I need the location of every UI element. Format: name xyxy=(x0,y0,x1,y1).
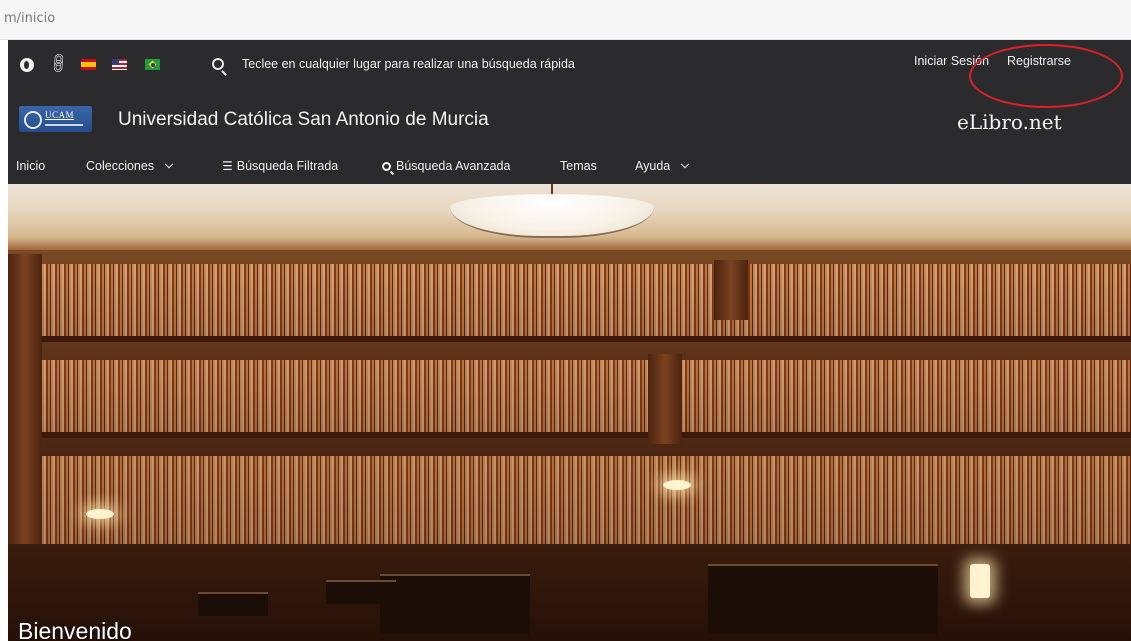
brand-bar: UCAM Universidad Católica San Antonio de… xyxy=(8,92,1131,150)
nav-busqueda-filtrada-label: Búsqueda Filtrada xyxy=(236,159,339,173)
nav-ayuda[interactable]: Ayuda xyxy=(635,159,690,173)
flag-brazil-icon[interactable] xyxy=(145,59,160,70)
link-icon[interactable]: 🔗︎ xyxy=(45,50,72,76)
lamp-glow xyxy=(663,480,691,490)
flag-spain-icon[interactable] xyxy=(81,59,96,70)
ucam-logo-text: UCAM xyxy=(45,110,75,120)
nav-temas-label: Temas xyxy=(560,159,597,173)
nav-busqueda-avanzada[interactable]: Búsqueda Avanzada xyxy=(382,159,510,173)
chevron-down-icon xyxy=(164,159,174,169)
reading-desk xyxy=(380,574,530,634)
lamp-glow xyxy=(970,564,990,598)
globe-icon[interactable] xyxy=(20,58,34,72)
flag-usa-icon[interactable] xyxy=(112,59,127,70)
bookshelf-row xyxy=(8,360,1131,432)
nav-inicio[interactable]: Inicio xyxy=(16,159,45,173)
elibro-site: 🔗︎ Teclee en cualquier lugar para realiz… xyxy=(8,40,1131,641)
sliders-icon: ☰ xyxy=(222,159,233,173)
quick-search-hint[interactable]: Teclee en cualquier lugar para realizar … xyxy=(242,57,575,71)
top-utility-bar: 🔗︎ Teclee en cualquier lugar para realiz… xyxy=(8,40,1131,108)
nav-busqueda-avanzada-label: Búsqueda Avanzada xyxy=(396,159,511,173)
nav-busqueda-filtrada[interactable]: ☰ Búsqueda Filtrada xyxy=(222,159,338,173)
university-name: Universidad Católica San Antonio de Murc… xyxy=(118,109,489,130)
bookshelf-row xyxy=(8,264,1131,336)
nav-inicio-label: Inicio xyxy=(16,159,46,173)
nav-temas[interactable]: Temas xyxy=(560,159,597,173)
url-text[interactable]: m/inicio xyxy=(4,11,55,26)
reading-desk xyxy=(708,564,938,634)
library-floor xyxy=(8,544,1131,641)
magnifier-icon xyxy=(382,162,391,171)
pillar xyxy=(648,354,682,444)
pillar xyxy=(714,260,748,320)
browser-address-bar[interactable]: m/inicio xyxy=(0,0,1131,40)
nav-colecciones-label: Colecciones xyxy=(86,159,155,173)
welcome-title: Bienvenido xyxy=(18,618,132,641)
ucam-logo[interactable]: UCAM xyxy=(19,106,92,132)
main-nav: Inicio Colecciones ☰ Búsqueda Filtrada Bú… xyxy=(8,150,1131,184)
nav-ayuda-label: Ayuda xyxy=(635,159,671,173)
reading-desk xyxy=(198,592,268,616)
chevron-down-icon xyxy=(680,159,690,169)
search-icon[interactable] xyxy=(212,58,224,70)
balcony-rail xyxy=(8,336,1131,342)
lamp-glow xyxy=(86,509,114,519)
balcony-rail xyxy=(8,432,1131,438)
reading-desk xyxy=(326,580,396,604)
nav-colecciones[interactable]: Colecciones xyxy=(86,159,174,173)
hero-banner: Bienvenido xyxy=(8,184,1131,641)
register-link[interactable]: Registrarse xyxy=(1007,54,1071,68)
elibro-logo[interactable]: eLibro.net xyxy=(957,110,1062,134)
bookshelf-row xyxy=(8,456,1131,544)
login-link[interactable]: Iniciar Sesión xyxy=(914,54,989,68)
